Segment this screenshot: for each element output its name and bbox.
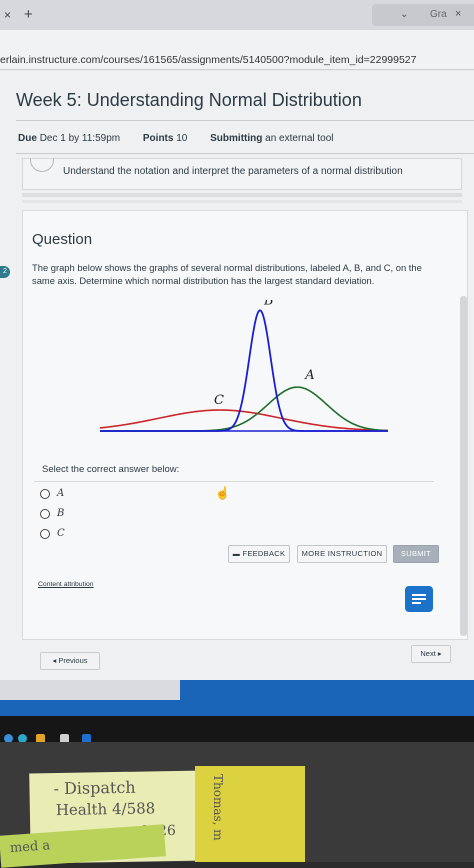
sticky-note: Thomas, m (195, 766, 305, 862)
question-heading: Question (32, 231, 93, 248)
option-label: B (57, 508, 65, 519)
feedback-label: FEEDBACK (242, 549, 286, 558)
hand-cursor-icon: ☝ (215, 486, 230, 500)
option-label: A (57, 488, 65, 499)
divider (16, 153, 474, 154)
radio-button[interactable] (40, 509, 50, 519)
due-value: Dec 1 by 11:59pm (39, 133, 121, 144)
close-tab-icon[interactable]: × (455, 8, 461, 20)
points-value: 10 (176, 133, 188, 144)
note-text: Health 4/588 (55, 799, 156, 820)
radio-button[interactable] (40, 529, 50, 539)
submit-button[interactable]: SUBMIT (393, 545, 439, 563)
scrollbar[interactable] (460, 296, 467, 636)
taskbar (0, 716, 474, 742)
next-button[interactable]: Next ▸ (411, 645, 451, 663)
divider (34, 481, 434, 482)
previous-button[interactable]: ◂ Previous (40, 652, 100, 670)
points-label: Points (142, 133, 174, 144)
note-text: - Dispatch (53, 777, 136, 799)
screen: × + ⌄ Gra × erlain.instructure.com/cours… (0, 0, 474, 735)
note-text: med a (9, 838, 51, 857)
option-label: C (57, 528, 65, 539)
curve-c (99, 409, 389, 432)
divider (22, 200, 462, 203)
note-text: Thomas, m (211, 774, 225, 841)
answer-option-c[interactable]: C (40, 528, 160, 542)
answer-option-a[interactable]: A (40, 488, 160, 502)
chevron-down-icon[interactable]: ⌄ (400, 9, 408, 20)
question-text: The graph below shows the graphs of seve… (32, 262, 422, 286)
curve-label-a: A (304, 368, 314, 383)
page-title: Week 5: Understanding Normal Distributio… (16, 90, 362, 110)
objective-text: Understand the notation and interpret th… (63, 166, 403, 177)
close-tab-icon[interactable]: × (4, 8, 11, 22)
curve-label-c: C (214, 393, 224, 408)
divider (22, 193, 462, 197)
divider (16, 120, 474, 121)
normal-distribution-chart: B A C (96, 293, 396, 440)
browser-tab-bar: × + ⌄ Gra × (0, 0, 474, 30)
assignment-details: Due Dec 1 by 11:59pm Points 10 Submittin… (18, 133, 338, 144)
select-answer-label: Select the correct answer below: (42, 464, 180, 475)
due-label: Due (18, 133, 37, 144)
browser-tab-label: Gra (430, 9, 447, 20)
submitting-label: Submitting (210, 133, 263, 144)
feedback-icon: ▬ (232, 551, 241, 558)
url-text[interactable]: erlain.instructure.com/courses/161565/as… (0, 54, 416, 66)
more-instruction-button[interactable]: MORE INSTRUCTION (297, 545, 387, 563)
answer-option-b[interactable]: B (40, 508, 160, 522)
new-tab-icon[interactable]: + (24, 6, 33, 23)
submitting-value: an external tool (265, 133, 334, 144)
curve-label-b: B (263, 300, 274, 308)
radio-button[interactable] (40, 489, 50, 499)
footer-strip (0, 680, 180, 700)
chat-icon[interactable] (405, 586, 433, 612)
feedback-button[interactable]: ▬ FEEDBACK (228, 545, 290, 563)
curve-b (100, 309, 388, 432)
content-attribution-link[interactable]: Content attribution (38, 581, 94, 588)
chart-svg: B A C (99, 293, 389, 432)
